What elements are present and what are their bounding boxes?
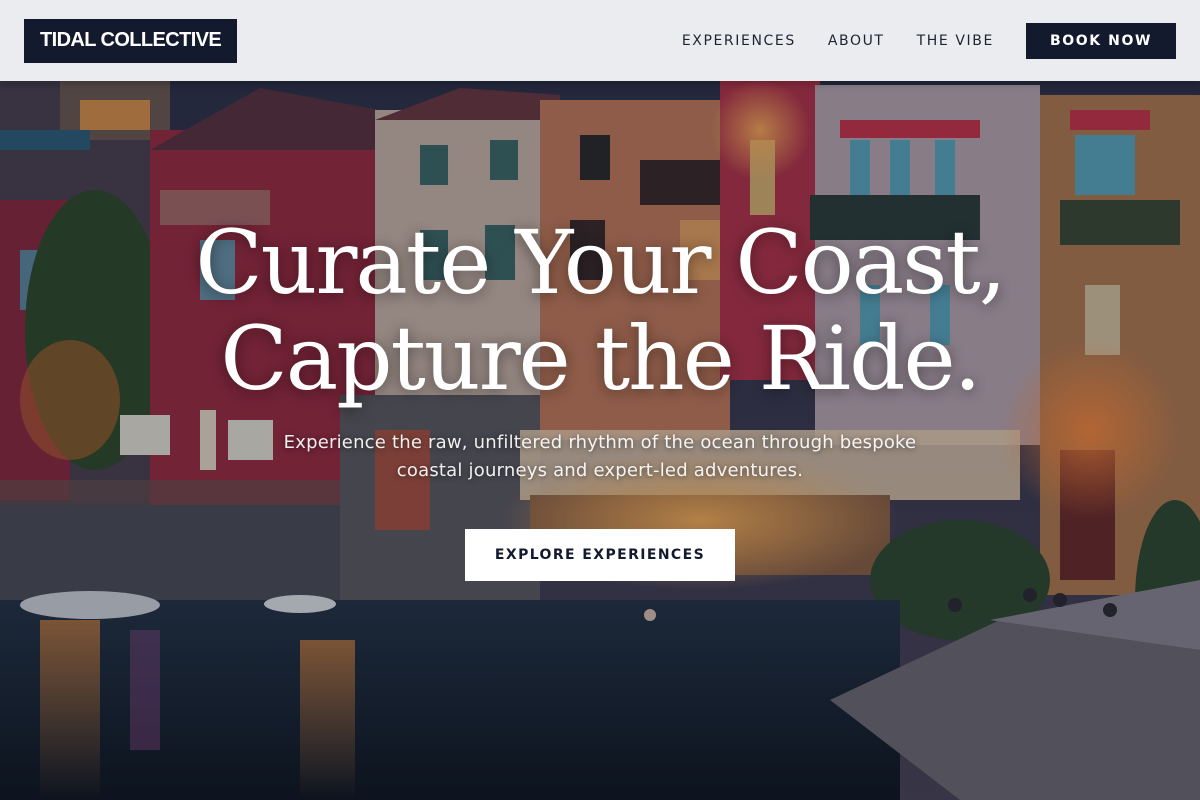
explore-experiences-button[interactable]: EXPLORE EXPERIENCES xyxy=(465,529,735,581)
hero-subheadline: Experience the raw, unfiltered rhythm of… xyxy=(283,432,917,481)
logo-text: TIDAL COLLECTIVE xyxy=(40,29,222,51)
logo[interactable]: TIDAL COLLECTIVE xyxy=(24,18,238,63)
hero-headline-line-2: Capture the Ride. xyxy=(220,307,981,410)
nav-link-about[interactable]: ABOUT xyxy=(828,33,885,49)
hero-content: Curate Your Coast, Capture the Ride. Exp… xyxy=(0,215,1200,581)
hero-headline-line-1: Curate Your Coast, xyxy=(195,211,1006,314)
main-nav: EXPERIENCES ABOUT THE VIBE BOOK NOW xyxy=(682,22,1176,59)
nav-link-the-vibe[interactable]: THE VIBE xyxy=(917,33,994,49)
site-header: TIDAL COLLECTIVE EXPERIENCES ABOUT THE V… xyxy=(0,0,1200,81)
nav-link-experiences[interactable]: EXPERIENCES xyxy=(682,33,796,49)
book-now-button[interactable]: BOOK NOW xyxy=(1025,22,1176,59)
hero-headline: Curate Your Coast, Capture the Ride. xyxy=(195,211,1006,410)
